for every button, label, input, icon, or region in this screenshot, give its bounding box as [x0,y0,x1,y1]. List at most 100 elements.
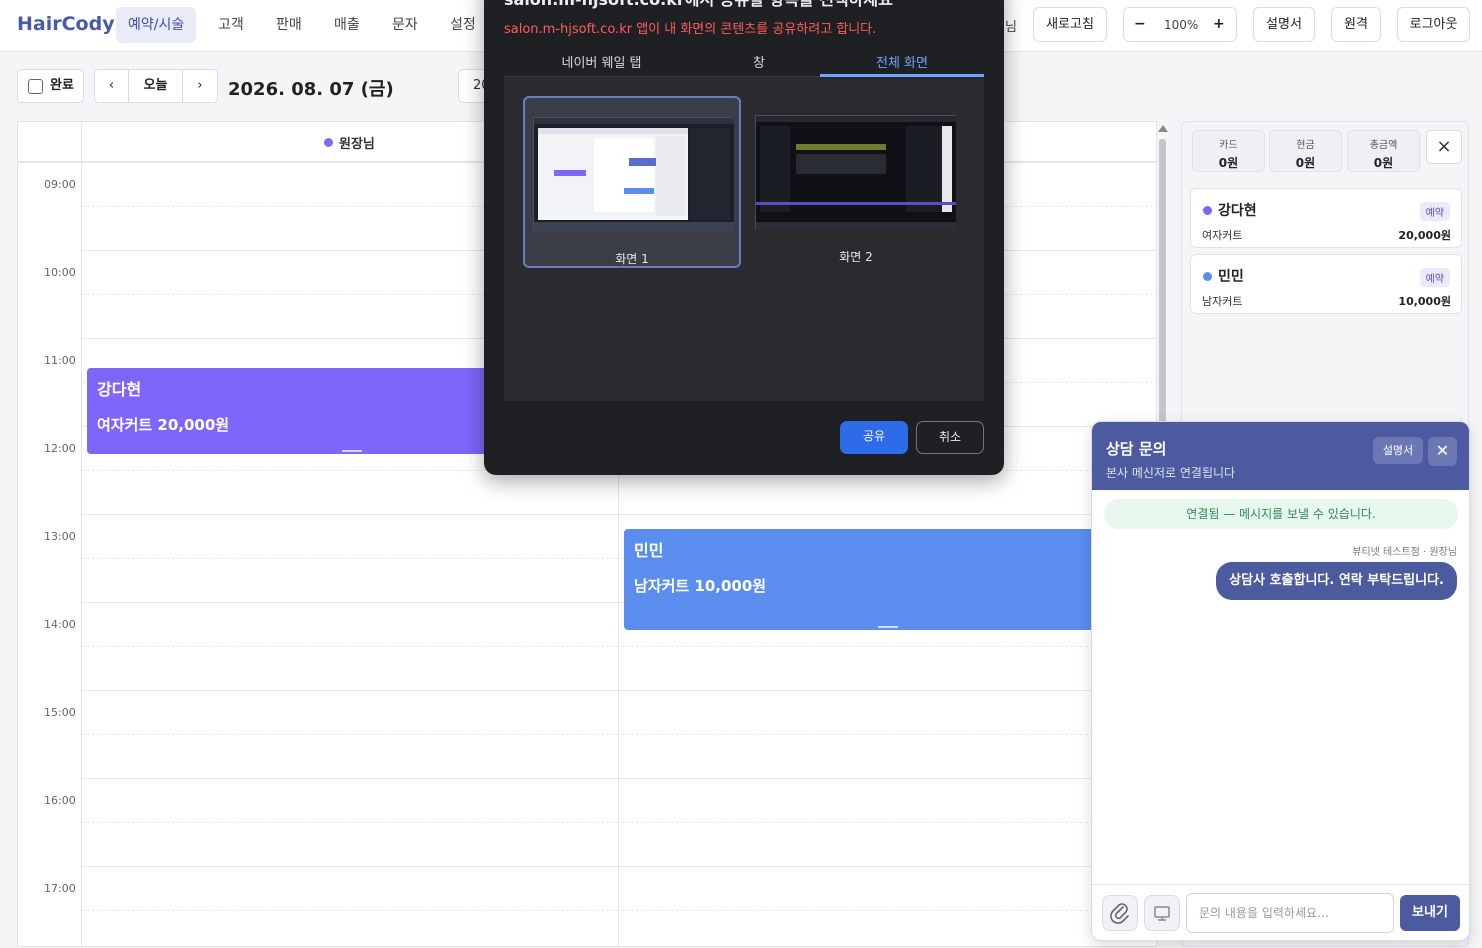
user-name-partial: 님 [1005,20,1017,35]
appointment-customer: 민민 [634,541,664,560]
chat-header: 상담 문의 본사 메신저로 연결됩니다 설명서 ✕ [1092,422,1469,490]
chat-close-icon[interactable]: ✕ [1428,437,1457,466]
scrollbar-thumb[interactable] [1159,139,1166,439]
paperclip-icon [1110,903,1129,924]
time-column: 09:00 10:00 11:00 12:00 13:00 14:00 15:0… [18,122,82,946]
hour-line [82,866,1156,867]
dialog-subtitle: salon.m-hjsoft.co.kr 앱이 내 화면의 콘텐츠를 공유하려고… [504,22,877,37]
refresh-button[interactable]: 새로고침 [1033,7,1107,42]
nav-settings[interactable]: 설정 [438,7,488,43]
support-chat-widget: 상담 문의 본사 메신저로 연결됩니다 설명서 ✕ 연결됨 — 메시지를 보낼 … [1091,421,1470,941]
hour-line [82,778,1156,779]
time-label: 15:00 [44,706,76,719]
appointment-block[interactable]: 민민 남자커트 10,000원 [624,529,1152,630]
scroll-up-arrow-icon[interactable] [1158,125,1168,132]
resize-handle[interactable] [878,626,898,628]
zoom-in-button[interactable]: + [1213,16,1225,32]
time-label: 14:00 [44,618,76,631]
time-label: 13:00 [44,530,76,543]
status-dot [1203,272,1212,281]
remote-button[interactable]: 원격 [1331,7,1381,42]
reservation-card[interactable]: 강다현 예약 여자커트 20,000원 [1190,188,1462,248]
time-label: 11:00 [44,354,76,367]
status-badge: 예약 [1419,268,1450,287]
time-label: 17:00 [44,882,76,895]
time-label: 09:00 [44,178,76,191]
checkbox-box[interactable] [28,79,43,94]
resize-handle[interactable] [342,450,362,452]
prev-day-button[interactable]: ‹ [95,70,129,102]
cancel-button[interactable]: 취소 [916,421,984,454]
nav-revenue[interactable]: 매출 [322,7,372,43]
app-logo[interactable]: HairCody [17,13,115,35]
card-total: 카드 0원 [1192,130,1265,172]
staff-color-dot [324,138,333,147]
staff-column-header[interactable]: 원장님 [324,133,375,152]
attach-button[interactable] [1102,895,1138,931]
nav-reservation[interactable]: 예약/시술 [116,7,197,43]
cash-total: 현금 0원 [1269,130,1342,172]
next-day-button[interactable]: › [183,70,217,102]
connection-status: 연결됨 — 메시지를 보낼 수 있습니다. [1104,499,1458,529]
screen-2-thumbnail [755,115,956,230]
time-label: 10:00 [44,266,76,279]
grand-total: 총금액 0원 [1347,130,1420,172]
staff-name: 원장님 [339,137,375,152]
hour-line [82,690,1156,691]
summary-label: 총금액 [1369,140,1398,151]
chat-input-bar: 문의 내용을 입력하세요… 보내기 [1092,884,1469,940]
send-button[interactable]: 보내기 [1400,895,1460,931]
nav-customer[interactable]: 고객 [206,7,256,43]
reservation-card[interactable]: 민민 예약 남자커트 10,000원 [1190,254,1462,314]
chat-manual-button[interactable]: 설명서 [1373,437,1423,464]
date-nav-group: ‹ 오늘 › [94,69,218,103]
half-hour-line [82,646,1156,647]
card-customer-name: 민민 [1218,269,1244,285]
share-button[interactable]: 공유 [840,421,908,454]
message-bubble: 상담사 호출합니다. 연락 부탁드립니다. [1216,562,1457,600]
nav-sales[interactable]: 판매 [264,7,314,43]
chat-title: 상담 문의 [1106,440,1167,458]
status-dot [1203,206,1212,215]
status-badge: 예약 [1419,202,1450,221]
chat-message-input[interactable]: 문의 내용을 입력하세요… [1186,893,1394,933]
today-button[interactable]: 오늘 [129,70,183,102]
complete-label: 완료 [50,78,74,93]
hour-line [82,514,1156,515]
message-sender: 뷰티넷 테스트점 · 원장님 [1352,547,1457,558]
card-price: 10,000원 [1398,295,1451,308]
complete-checkbox[interactable]: 완료 [17,69,84,103]
summary-label: 현금 [1296,140,1315,151]
time-label: 12:00 [44,442,76,455]
summary-value: 0원 [1373,156,1394,170]
tab-window[interactable]: 창 [694,52,824,76]
tab-browser-tab[interactable]: 네이버 웨일 탭 [524,52,679,76]
chat-subtitle: 본사 메신저로 연결됩니다 [1106,466,1236,480]
half-hour-line [82,822,1156,823]
screen-1-caption: 화면 1 [615,252,649,266]
summary-value: 0원 [1295,156,1316,170]
summary-label: 카드 [1219,140,1238,151]
half-hour-line [82,910,1156,911]
panel-close-icon[interactable]: × [1426,130,1462,164]
zoom-out-button[interactable]: − [1134,16,1146,32]
card-service: 여자커트 [1202,229,1243,242]
screen-1-thumbnail [533,117,734,232]
card-customer-name: 강다현 [1218,203,1257,219]
nav-sms[interactable]: 문자 [380,7,430,43]
zoom-control: − 100% + [1123,7,1237,42]
screen-share-button[interactable] [1144,895,1180,931]
screen-2-caption: 화면 2 [839,250,873,264]
tab-entire-screen[interactable]: 전체 화면 [820,52,984,76]
zoom-value: 100% [1164,18,1199,32]
time-label: 16:00 [44,794,76,807]
dialog-title: salon.m-hjsoft.co.kr에서 공유할 항목을 선택하세요 [504,0,893,10]
screen-option-1[interactable]: 화면 1 [523,96,741,268]
card-price: 20,000원 [1398,229,1451,242]
screen-option-2[interactable]: 화면 2 [747,96,965,268]
monitor-icon [1154,906,1170,921]
logout-button[interactable]: 로그아웃 [1397,7,1470,42]
manual-button[interactable]: 설명서 [1253,7,1315,42]
appointment-service: 남자커트 10,000원 [634,577,767,595]
half-hour-line [82,734,1156,735]
